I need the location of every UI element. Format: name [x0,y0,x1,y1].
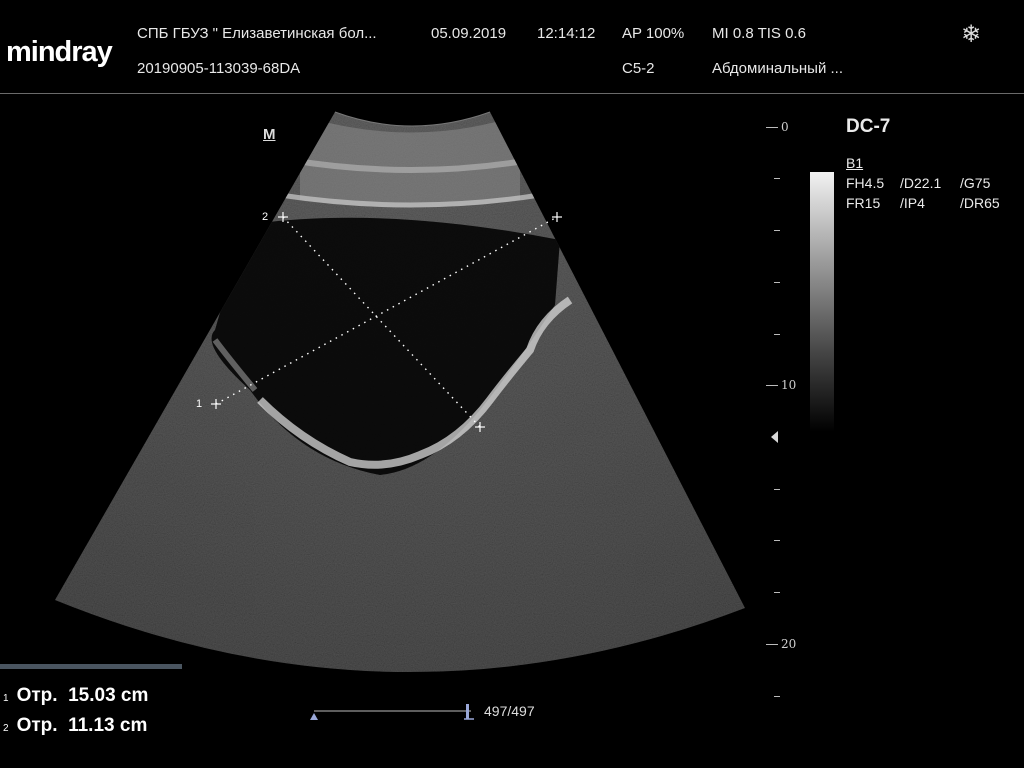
sector-scan [55,112,745,673]
depth-tick [774,696,780,697]
measurement-results-panel: 1 Отр. 15.03 cm 2 Отр. 11.13 cm [0,664,182,743]
measurement-label: Отр. [16,715,58,736]
measurement-index: 1 [3,693,9,704]
imaging-mode: B1 [846,155,864,171]
param-gain: /G75 [960,175,991,191]
cine-frame-counter: 497/497 [484,703,535,719]
depth-tick [766,127,778,128]
measurement-index: 2 [3,723,9,734]
caliper-label-1: 1 [196,398,203,410]
depth-tick [774,592,780,593]
measurement-row-1[interactable]: 1 Отр. 15.03 cm [0,685,182,707]
measurement-row-2[interactable]: 2 Отр. 11.13 cm [0,715,182,737]
depth-tick [774,489,780,490]
measurement-value: 11.13 cm [68,715,148,736]
depth-label-0: 0 [781,120,789,134]
param-dynamic-range: /DR65 [960,195,1000,211]
param-depth: /D22.1 [900,175,942,191]
measurement-value: 15.03 cm [68,685,149,706]
depth-label-20: 20 [781,637,797,651]
param-ip: /IP4 [900,195,925,211]
grayscale-map-bar [810,172,834,432]
caliper-label-2: 2 [262,211,269,223]
measurement-label: Отр. [16,685,58,706]
depth-tick [774,334,780,335]
depth-tick [766,644,778,645]
param-fh: FH4.5 [846,175,885,191]
depth-tick [774,540,780,541]
focus-marker-icon[interactable] [771,431,778,443]
probe-name: DC-7 [846,116,891,137]
depth-tick [766,385,778,386]
param-frame-rate: FR15 [846,195,881,211]
mode-tag: M [263,126,276,143]
depth-label-10: 10 [781,378,797,392]
depth-tick [774,178,780,179]
depth-tick [774,282,780,283]
depth-tick [774,230,780,231]
cine-progress-bar[interactable] [308,700,480,724]
